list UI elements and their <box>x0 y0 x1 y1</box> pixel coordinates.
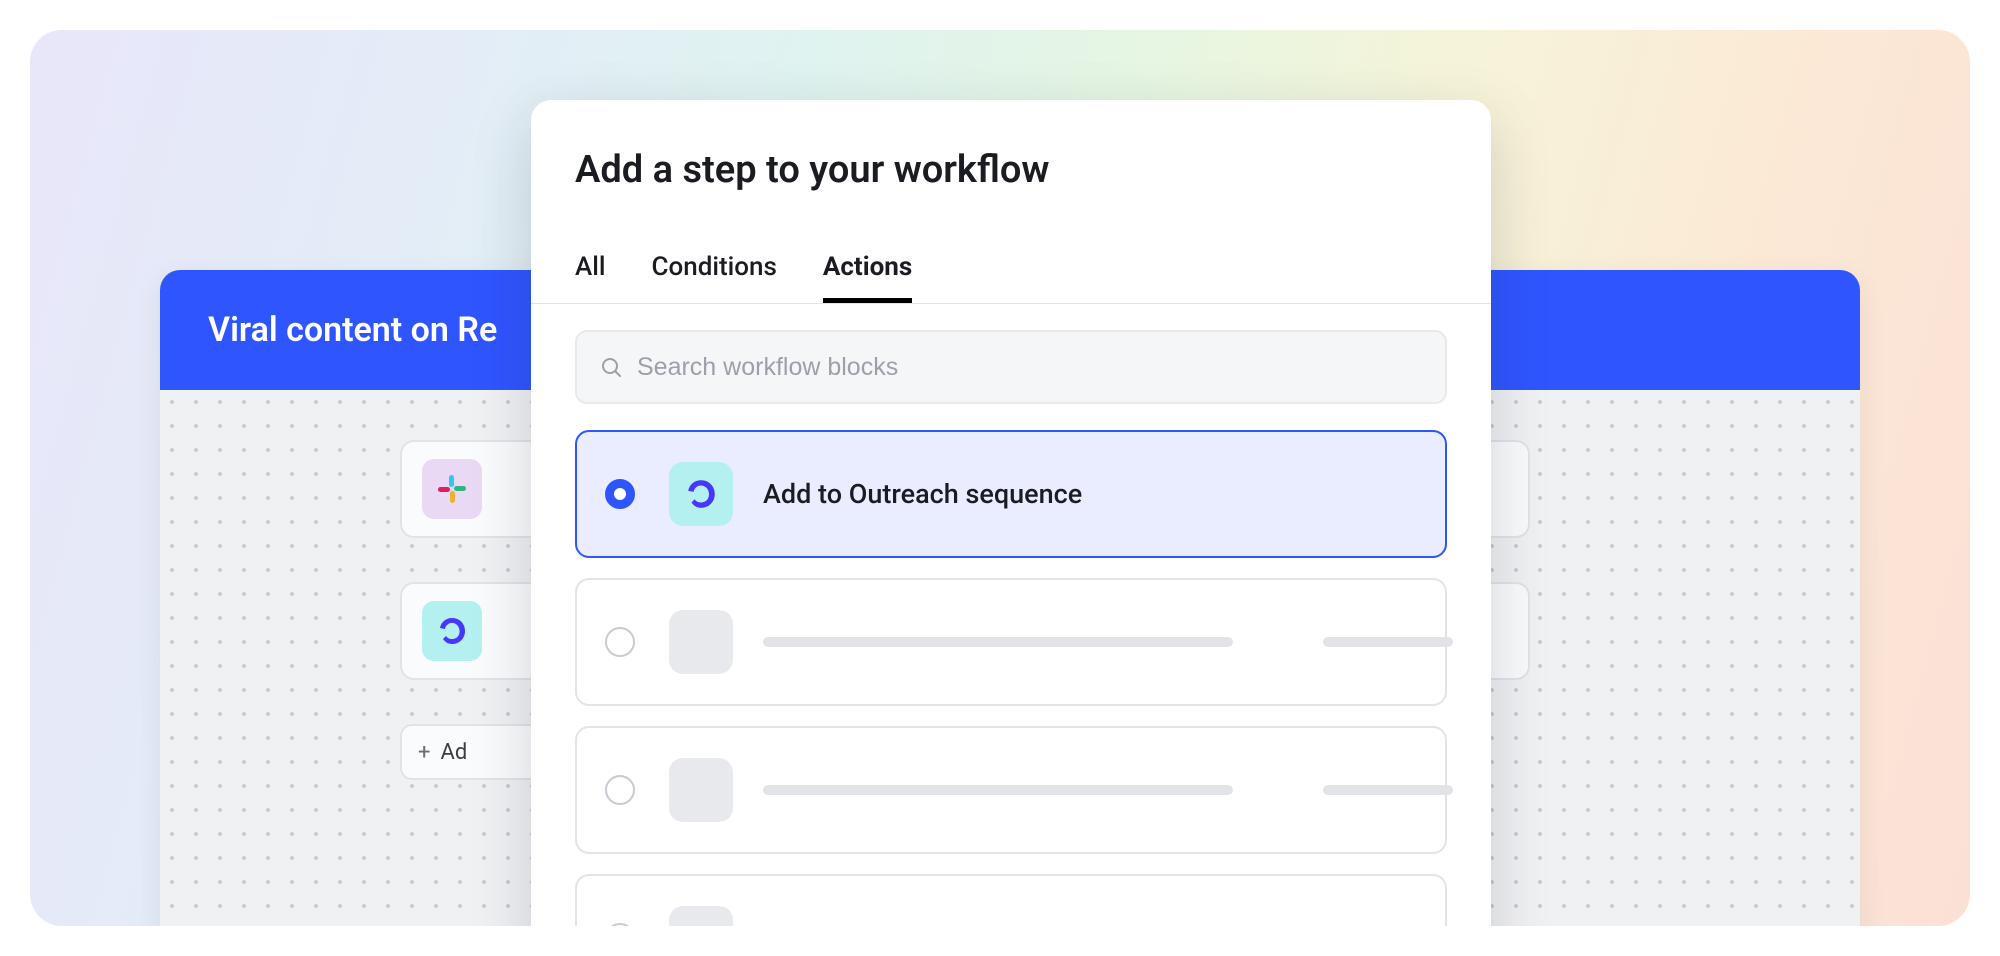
radio-selected-icon <box>605 479 635 509</box>
options-list: Add to Outreach sequence <box>531 404 1491 926</box>
radio-icon <box>605 923 635 926</box>
tab-actions[interactable]: Actions <box>823 252 912 303</box>
outreach-icon <box>669 462 733 526</box>
plus-icon: + <box>418 740 430 765</box>
placeholder-text <box>763 637 1453 647</box>
tab-all[interactable]: All <box>575 252 606 303</box>
option-placeholder[interactable] <box>575 726 1447 854</box>
placeholder-text <box>763 785 1453 795</box>
slack-icon <box>422 459 482 519</box>
modal-tabs: All Conditions Actions <box>531 252 1491 304</box>
canvas-background: Viral content on Re <box>30 30 1970 926</box>
outreach-icon <box>422 601 482 661</box>
search-input[interactable] <box>637 353 1423 382</box>
add-step-modal: Add a step to your workflow All Conditio… <box>531 100 1491 926</box>
add-step-label: Ad <box>440 740 467 765</box>
option-outreach[interactable]: Add to Outreach sequence <box>575 430 1447 558</box>
search-icon <box>599 355 623 379</box>
workflow-title: Viral content on Re <box>208 310 497 350</box>
modal-title: Add a step to your workflow <box>531 148 1491 192</box>
placeholder-icon <box>669 906 733 926</box>
placeholder-icon <box>669 758 733 822</box>
option-placeholder[interactable] <box>575 874 1447 926</box>
radio-icon <box>605 627 635 657</box>
placeholder-icon <box>669 610 733 674</box>
option-placeholder[interactable] <box>575 578 1447 706</box>
search-input-wrap[interactable] <box>575 330 1447 404</box>
tab-conditions[interactable]: Conditions <box>652 252 777 303</box>
radio-icon <box>605 775 635 805</box>
option-label: Add to Outreach sequence <box>763 478 1082 510</box>
